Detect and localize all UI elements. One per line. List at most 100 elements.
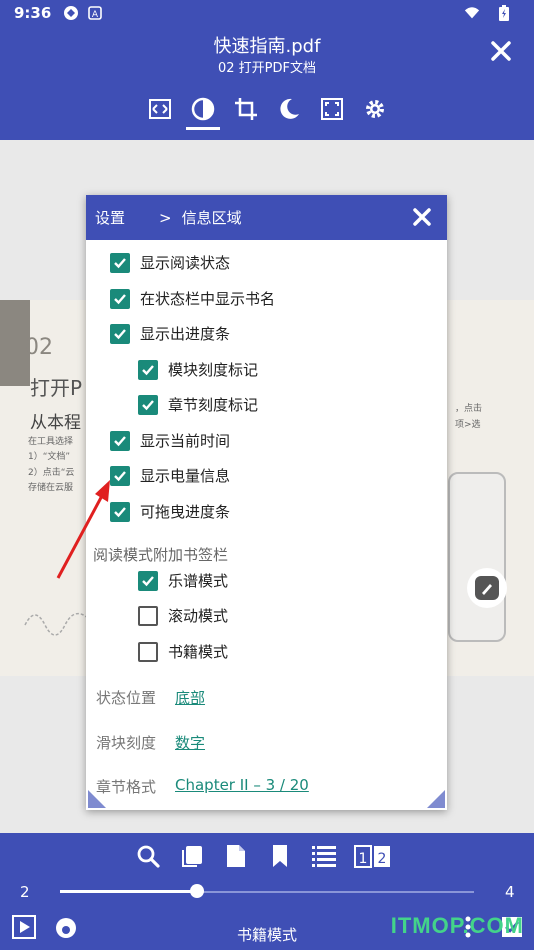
page-slider-fill (60, 890, 197, 893)
annotation-arrow (56, 480, 110, 579)
setting-option-row[interactable]: 模块刻度标记 (138, 359, 258, 380)
fit-page-button[interactable] (145, 94, 175, 124)
page-slider-thumb[interactable] (189, 884, 204, 898)
status-time: 9:36 (14, 4, 52, 22)
checkbox-checked[interactable] (110, 288, 130, 309)
property-key: 滑块刻度 (96, 734, 157, 752)
sync-icon (63, 5, 79, 21)
svg-text:A: A (92, 10, 99, 20)
bookmark-icon (273, 845, 287, 867)
checkbox-unchecked[interactable] (138, 641, 158, 662)
page-small-text: 项>选 (455, 420, 481, 430)
svg-text:1: 1 (359, 851, 368, 867)
two-page-button[interactable]: 12 (353, 843, 393, 869)
gear-icon (366, 100, 384, 118)
page-line-text: 从本程 (30, 413, 81, 433)
page-small-text: 在工具选择 (28, 437, 74, 447)
setting-option-row[interactable]: 显示出进度条 (110, 323, 230, 344)
moon-icon (280, 98, 299, 119)
property-key: 状态位置 (96, 689, 157, 707)
setting-option-label: 在状态栏中显示书名 (140, 290, 276, 308)
file-icon (227, 845, 245, 867)
breadcrumb-separator: > (159, 208, 172, 227)
setting-option-label: 章节刻度标记 (168, 396, 259, 414)
page-number-text: 02 (25, 335, 53, 360)
fullscreen-button[interactable] (317, 94, 347, 124)
close-dialog-button[interactable] (409, 204, 435, 230)
setting-option-row[interactable]: 显示阅读状态 (110, 252, 230, 273)
crop-icon (235, 98, 257, 120)
wifi-icon (464, 5, 480, 21)
app-bar: 快速指南.pdf 02 打开PDF文档 (0, 26, 534, 140)
bottom-bar: 12 2 4 书籍模式 ITMOP.COM (0, 833, 534, 950)
settings-button[interactable] (360, 94, 390, 124)
reading-mode-option-row[interactable]: 乐谱模式 (138, 570, 228, 591)
checkbox-checked[interactable] (110, 323, 130, 344)
outline-button[interactable] (309, 843, 339, 869)
page-small-text: 1）“文档” (28, 452, 71, 462)
setting-option-label: 显示阅读状态 (140, 254, 231, 272)
close-icon (413, 208, 431, 226)
bookmark-button[interactable] (265, 843, 295, 869)
page-small-text: ，点击 (455, 404, 483, 414)
contrast-icon (191, 97, 215, 121)
property-value-link[interactable]: 数字 (175, 732, 205, 753)
property-row: 状态位置 底部 (96, 687, 205, 708)
checkbox-checked[interactable] (138, 359, 158, 380)
two-page-icon: 12 (354, 845, 390, 868)
checkbox-unchecked[interactable] (138, 605, 158, 626)
checkbox-checked[interactable] (138, 394, 158, 415)
property-value-link[interactable]: 底部 (175, 687, 205, 708)
contrast-button[interactable] (186, 94, 220, 130)
checkbox-checked[interactable] (110, 430, 130, 451)
info-area-settings-dialog: 设置 > 信息区域 显示阅读状态在状态栏中显示书名显示出进度条模块刻度标记 章节刻… (86, 195, 447, 810)
setting-option-row[interactable]: 显示当前时间 (110, 430, 230, 451)
reading-mode-option-label: 乐谱模式 (168, 572, 229, 590)
checkbox-checked[interactable] (138, 570, 158, 591)
search-button[interactable] (133, 843, 163, 869)
page-end-label: 4 (505, 883, 515, 901)
page-start-label: 2 (20, 883, 30, 901)
dialog-header: 设置 > 信息区域 (86, 195, 447, 240)
close-document-button[interactable] (486, 36, 516, 66)
breadcrumb-settings[interactable]: 设置 (95, 207, 125, 228)
list-icon (312, 846, 336, 867)
checkbox-checked[interactable] (110, 252, 130, 273)
copy-pages-icon (182, 846, 202, 867)
reading-mode-option-row[interactable]: 书籍模式 (138, 641, 228, 662)
setting-option-label: 显示电量信息 (140, 467, 231, 485)
property-row: 滑块刻度 数字 (96, 732, 205, 753)
setting-option-row[interactable]: 在状态栏中显示书名 (110, 288, 275, 309)
edit-fab[interactable] (467, 568, 507, 608)
setting-option-row[interactable]: 章节刻度标记 (138, 394, 258, 415)
search-icon (137, 845, 160, 868)
view-toolbar (145, 94, 390, 130)
night-mode-button[interactable] (274, 94, 304, 124)
document-title: 快速指南.pdf (213, 36, 321, 57)
resize-handle-left[interactable] (88, 790, 106, 808)
document-button[interactable] (221, 843, 251, 869)
crop-button[interactable] (231, 94, 261, 124)
pages-button[interactable] (177, 843, 207, 869)
property-value-link[interactable]: Chapter II – 3 / 20 (175, 776, 309, 797)
watermark-text: ITMOP.COM (390, 913, 524, 938)
battery-icon (496, 5, 512, 21)
setting-option-label: 显示当前时间 (140, 432, 231, 450)
pen-icon (475, 576, 499, 600)
setting-option-label: 模块刻度标记 (168, 361, 259, 379)
property-key: 章节格式 (96, 778, 157, 796)
resize-handle-right[interactable] (427, 790, 445, 808)
dialog-title: 信息区域 (181, 209, 242, 227)
setting-option-row[interactable]: 显示电量信息 (110, 465, 230, 486)
phone-illustration (448, 472, 506, 642)
bottom-toolbar: 12 (133, 843, 393, 869)
status-bar: 9:36 A (0, 0, 534, 26)
setting-option-label: 可拖曳进度条 (140, 503, 231, 521)
fullscreen-icon (321, 98, 343, 120)
svg-text:2: 2 (378, 851, 387, 867)
reading-mode-option-label: 滚动模式 (168, 607, 229, 625)
document-subtitle: 02 打开PDF文档 (217, 61, 316, 76)
fit-page-icon (149, 99, 171, 119)
setting-option-row[interactable]: 可拖曳进度条 (110, 501, 230, 522)
reading-mode-option-row[interactable]: 滚动模式 (138, 605, 228, 626)
